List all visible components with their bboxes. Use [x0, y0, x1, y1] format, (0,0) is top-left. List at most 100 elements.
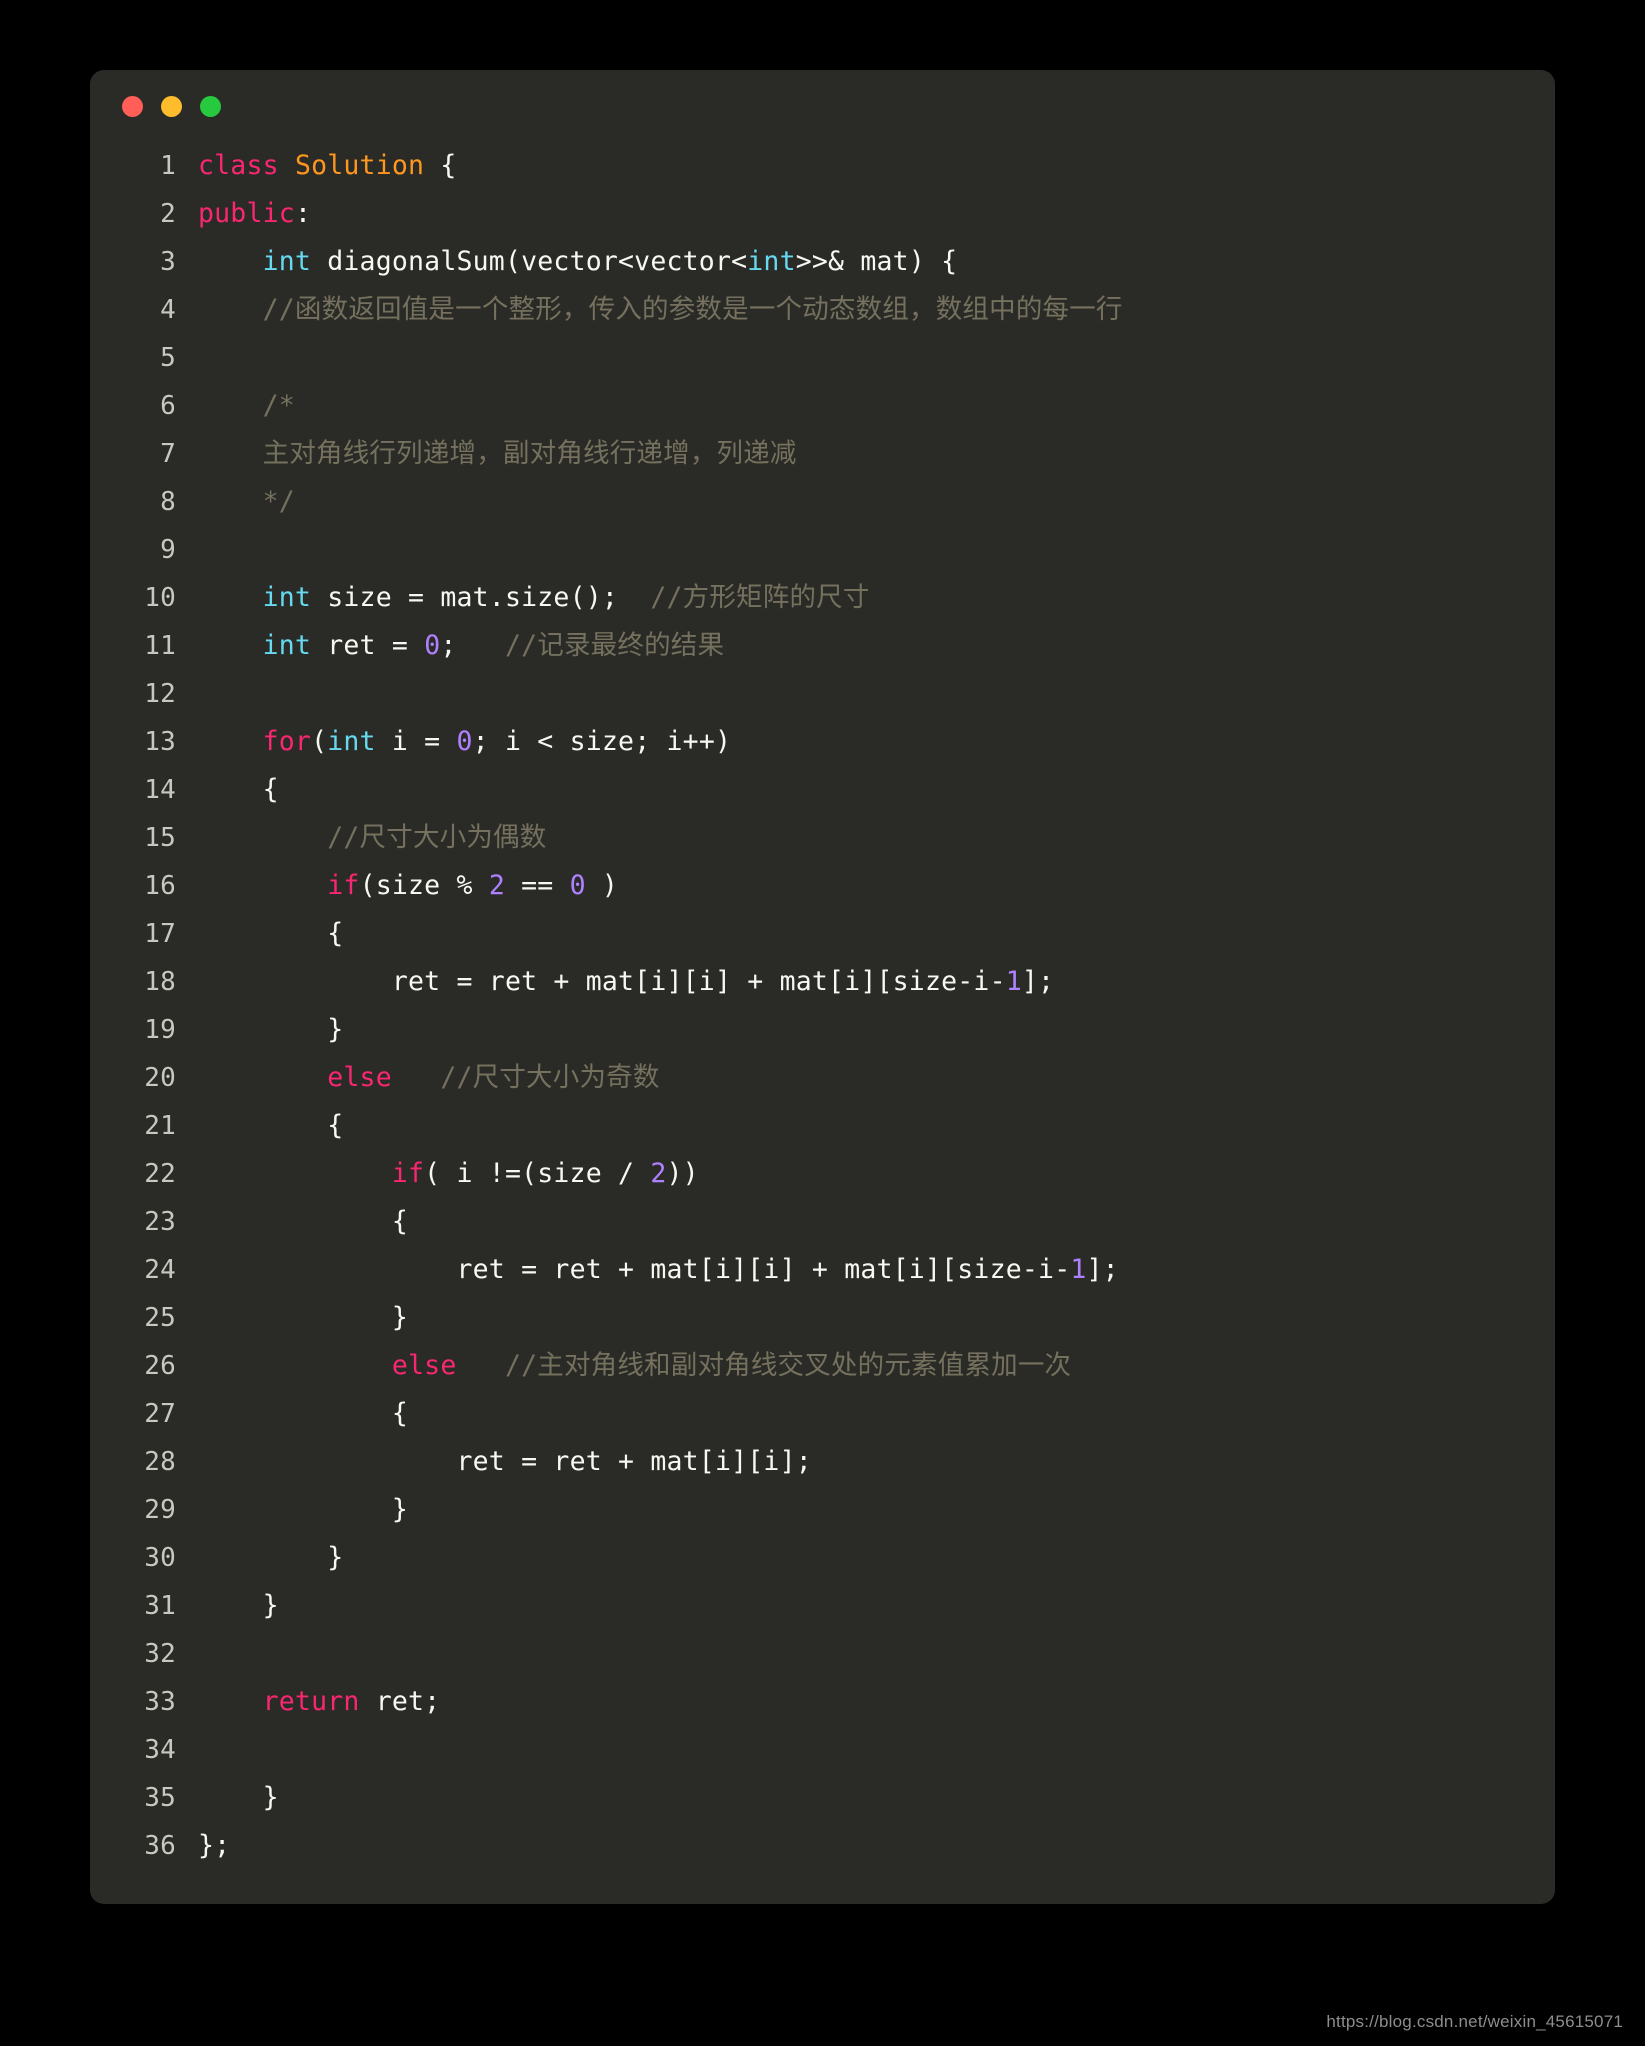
code-token: 1	[1070, 1254, 1087, 1285]
line-content: int size = mat.size(); //方形矩阵的尺寸	[198, 574, 1521, 622]
code-token: ))	[666, 1158, 699, 1189]
code-line: 21 {	[110, 1102, 1521, 1150]
close-window-icon[interactable]	[122, 95, 143, 117]
line-content: /*	[198, 382, 1521, 430]
code-token: ret =	[311, 630, 425, 661]
line-number: 4	[160, 295, 176, 325]
line-content: int diagonalSum(vector<vector<int>>& mat…	[198, 238, 1521, 286]
line-content: else //主对角线和副对角线交叉处的元素值累加一次	[198, 1342, 1521, 1390]
code-token: ==	[504, 870, 570, 901]
line-content: }	[198, 1294, 1521, 1342]
line-number: 33	[144, 1687, 176, 1717]
line-number: 8	[160, 487, 176, 517]
code-token: >>& mat) {	[795, 246, 958, 277]
code-line: 13 for(int i = 0; i < size; i++)	[110, 718, 1521, 766]
code-line: 16 if(size % 2 == 0 )	[110, 862, 1521, 910]
code-token: )	[585, 870, 619, 901]
code-token: class	[198, 150, 279, 181]
code-line: 1 class Solution {	[110, 142, 1521, 190]
line-content: {	[198, 1390, 1521, 1438]
line-content: //函数返回值是一个整形，传入的参数是一个动态数组，数组中的每一行	[198, 286, 1521, 334]
code-token: int	[262, 246, 312, 277]
code-token: int	[327, 726, 376, 757]
code-token: {	[198, 1206, 409, 1237]
line-number: 26	[144, 1351, 176, 1381]
code-token: 0	[424, 630, 441, 661]
line-number: 28	[144, 1447, 176, 1477]
line-number: 11	[144, 631, 176, 661]
code-token: */	[198, 486, 295, 517]
code-token: //函数返回值是一个整形，传入的参数是一个动态数组，数组中的每一行	[198, 294, 1123, 325]
code-token: ( i !=(size /	[424, 1158, 651, 1189]
line-content: }	[198, 1486, 1521, 1534]
line-content: {	[198, 910, 1521, 958]
screenshot-root: 1 class Solution {2 public: 3 int diagonalS…	[0, 0, 1645, 2046]
line-number: 13	[144, 727, 176, 757]
code-token: }	[198, 1590, 279, 1621]
line-content: }	[198, 1582, 1521, 1630]
code-token: //记录最终的结果	[504, 630, 725, 661]
code-token: {	[424, 150, 457, 181]
maximize-window-icon[interactable]	[200, 95, 221, 117]
line-content: }	[198, 1534, 1521, 1582]
code-line: 11 int ret = 0; //记录最终的结果	[110, 622, 1521, 670]
code-line: 15 //尺寸大小为偶数	[110, 814, 1521, 862]
code-token: }	[198, 1014, 344, 1045]
code-line: 24 ret = ret + mat[i][i] + mat[i][size-i…	[110, 1246, 1521, 1294]
code-line: 33 return ret;	[110, 1678, 1521, 1726]
line-number: 22	[144, 1159, 176, 1189]
code-token: if	[327, 870, 360, 901]
line-number: 2	[160, 199, 176, 229]
code-line: 25 }	[110, 1294, 1521, 1342]
code-token: else	[391, 1350, 457, 1381]
line-number: 3	[160, 247, 176, 277]
line-content: if(size % 2 == 0 )	[198, 862, 1521, 910]
line-content	[198, 334, 1521, 382]
line-content: for(int i = 0; i < size; i++)	[198, 718, 1521, 766]
line-number: 5	[160, 343, 176, 373]
line-number: 15	[144, 823, 176, 853]
code-token: diagonalSum(vector<vector<	[311, 246, 748, 277]
code-block: 1 class Solution {2 public: 3 int diagonalS…	[90, 142, 1555, 1870]
line-content: ret = ret + mat[i][i] + mat[i][size-i-1]…	[198, 1246, 1521, 1294]
code-token: }	[198, 1302, 409, 1333]
line-content: return ret;	[198, 1678, 1521, 1726]
line-number: 21	[144, 1111, 176, 1141]
line-content	[198, 670, 1521, 718]
code-token: (	[311, 726, 328, 757]
code-token: public	[198, 198, 295, 229]
line-content	[198, 526, 1521, 574]
line-number: 1	[160, 151, 176, 181]
code-line: 32	[110, 1630, 1521, 1678]
code-token: Solution	[294, 150, 425, 181]
line-number: 6	[160, 391, 176, 421]
code-line: 9	[110, 526, 1521, 574]
code-line: 29 }	[110, 1486, 1521, 1534]
line-number: 29	[144, 1495, 176, 1525]
line-content: ret = ret + mat[i][i];	[198, 1438, 1521, 1486]
minimize-window-icon[interactable]	[161, 95, 182, 117]
code-window: 1 class Solution {2 public: 3 int diagonalS…	[90, 70, 1555, 1904]
code-token: 1	[1005, 966, 1022, 997]
code-line: 27 {	[110, 1390, 1521, 1438]
code-token: ;	[440, 630, 505, 661]
code-line: 18 ret = ret + mat[i][i] + mat[i][size-i…	[110, 958, 1521, 1006]
line-content: class Solution {	[198, 142, 1521, 190]
line-content: public:	[198, 190, 1521, 238]
line-number: 16	[144, 871, 176, 901]
line-number: 7	[160, 439, 176, 469]
line-content: {	[198, 1102, 1521, 1150]
code-line: 4 //函数返回值是一个整形，传入的参数是一个动态数组，数组中的每一行	[110, 286, 1521, 334]
line-content: else //尺寸大小为奇数	[198, 1054, 1521, 1102]
code-token: int	[747, 246, 796, 277]
code-line: 5	[110, 334, 1521, 382]
line-content: if( i !=(size / 2))	[198, 1150, 1521, 1198]
code-token: int	[262, 582, 312, 613]
